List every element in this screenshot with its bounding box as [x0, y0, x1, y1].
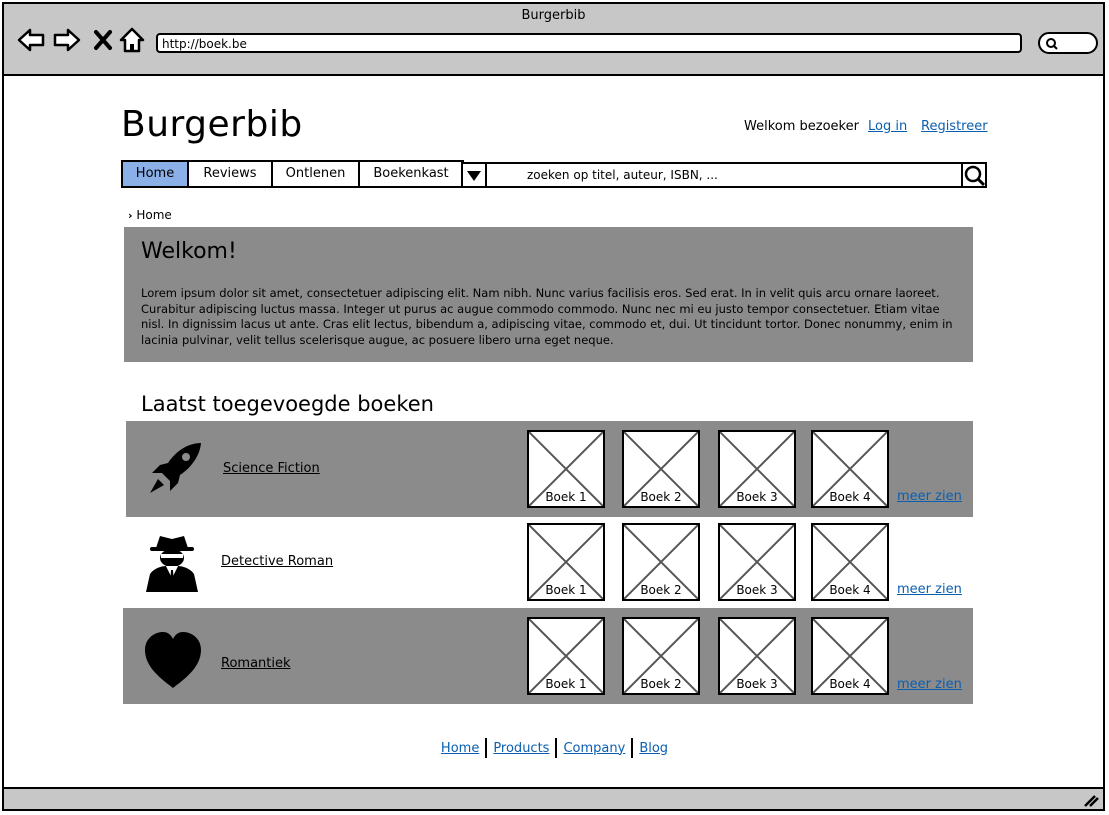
breadcrumb-current[interactable]: Home — [136, 208, 171, 222]
footer-link-products[interactable]: Products — [487, 741, 555, 756]
book-thumbnail[interactable]: Boek 4 — [811, 617, 889, 695]
welcome-title: Welkom! — [141, 239, 237, 264]
book-label: Boek 4 — [829, 583, 871, 597]
site-logo[interactable]: Burgerbib — [121, 104, 303, 145]
book-thumbnail[interactable]: Boek 2 — [622, 430, 700, 508]
login-link[interactable]: Log in — [868, 119, 907, 134]
home-icon[interactable] — [118, 26, 146, 54]
detective-icon — [146, 536, 198, 592]
category-row: Science Fiction Boek 1 Boek 2 Boek 3 Boe… — [126, 421, 973, 517]
book-thumbnail[interactable]: Boek 1 — [527, 617, 605, 695]
breadcrumb: › Home — [128, 208, 172, 222]
tab-boekenkast[interactable]: Boekenkast — [360, 162, 462, 186]
category-link-romantiek[interactable]: Romantiek — [221, 656, 291, 671]
forward-icon[interactable] — [52, 26, 82, 54]
chevron-right-icon: › — [128, 209, 133, 222]
book-thumbnail[interactable]: Boek 2 — [622, 617, 700, 695]
footer-link-blog[interactable]: Blog — [633, 741, 674, 756]
tab-home[interactable]: Home — [123, 162, 189, 186]
search-button[interactable] — [961, 162, 987, 188]
register-link[interactable]: Registreer — [921, 119, 988, 134]
tab-ontlenen[interactable]: Ontlenen — [273, 162, 360, 186]
book-thumbnail[interactable]: Boek 3 — [718, 430, 796, 508]
more-link[interactable]: meer zien — [897, 677, 962, 692]
book-thumbnail[interactable]: Boek 3 — [718, 523, 796, 601]
book-label: Boek 4 — [829, 677, 871, 691]
book-thumbnail[interactable]: Boek 3 — [718, 617, 796, 695]
more-link[interactable]: meer zien — [897, 489, 962, 504]
book-label: Boek 2 — [640, 583, 682, 597]
heart-icon — [145, 632, 201, 688]
search-input[interactable]: zoeken op titel, auteur, ISBN, ... — [487, 162, 963, 188]
book-thumbnail[interactable]: Boek 1 — [527, 430, 605, 508]
category-link-detective-roman[interactable]: Detective Roman — [221, 554, 333, 569]
browser-chrome: Burgerbib http://boek.be — [4, 4, 1103, 76]
book-thumbnail[interactable]: Boek 1 — [527, 523, 605, 601]
latest-books-title: Laatst toegevoegde boeken — [141, 392, 434, 416]
main-nav: Home Reviews Ontlenen Boekenkast — [121, 160, 464, 188]
category-row: Detective Roman Boek 1 Boek 2 Boek 3 Boe… — [124, 514, 973, 610]
book-label: Boek 2 — [640, 490, 682, 504]
triangle-down-icon — [467, 171, 481, 181]
stop-icon[interactable] — [92, 26, 114, 54]
category-row: Romantiek Boek 1 Boek 2 Boek 3 Boek 4 me… — [123, 608, 973, 704]
back-icon[interactable] — [16, 26, 46, 54]
footer-link-home[interactable]: Home — [435, 741, 485, 756]
book-label: Boek 1 — [545, 583, 587, 597]
book-label: Boek 3 — [736, 490, 778, 504]
welcome-panel: Welkom! Lorem ipsum dolor sit amet, cons… — [124, 227, 973, 362]
category-link-science-fiction[interactable]: Science Fiction — [223, 461, 320, 476]
address-bar[interactable]: http://boek.be — [156, 33, 1022, 53]
book-label: Boek 1 — [545, 490, 587, 504]
browser-search-field[interactable] — [1038, 32, 1098, 54]
book-label: Boek 3 — [736, 677, 778, 691]
book-thumbnail[interactable]: Boek 4 — [811, 430, 889, 508]
book-label: Boek 1 — [545, 677, 587, 691]
book-label: Boek 4 — [829, 490, 871, 504]
search-filter-dropdown[interactable] — [461, 162, 487, 188]
rocket-icon — [150, 443, 201, 493]
more-link[interactable]: meer zien — [897, 582, 962, 597]
book-label: Boek 2 — [640, 677, 682, 691]
welcome-text: Welkom bezoeker — [744, 119, 859, 134]
magnifier-icon — [964, 165, 986, 187]
tab-reviews[interactable]: Reviews — [189, 162, 273, 186]
book-label: Boek 3 — [736, 583, 778, 597]
welcome-body: Lorem ipsum dolor sit amet, consectetuer… — [141, 286, 953, 347]
resize-grip-icon[interactable] — [1083, 793, 1099, 807]
book-thumbnail[interactable]: Boek 4 — [811, 523, 889, 601]
search-icon — [1046, 38, 1058, 50]
footer-link-company[interactable]: Company — [557, 741, 631, 756]
book-thumbnail[interactable]: Boek 2 — [622, 523, 700, 601]
status-bar — [4, 787, 1103, 809]
window-title: Burgerbib — [521, 8, 586, 23]
footer-nav: Home Products Company Blog — [0, 738, 1109, 758]
